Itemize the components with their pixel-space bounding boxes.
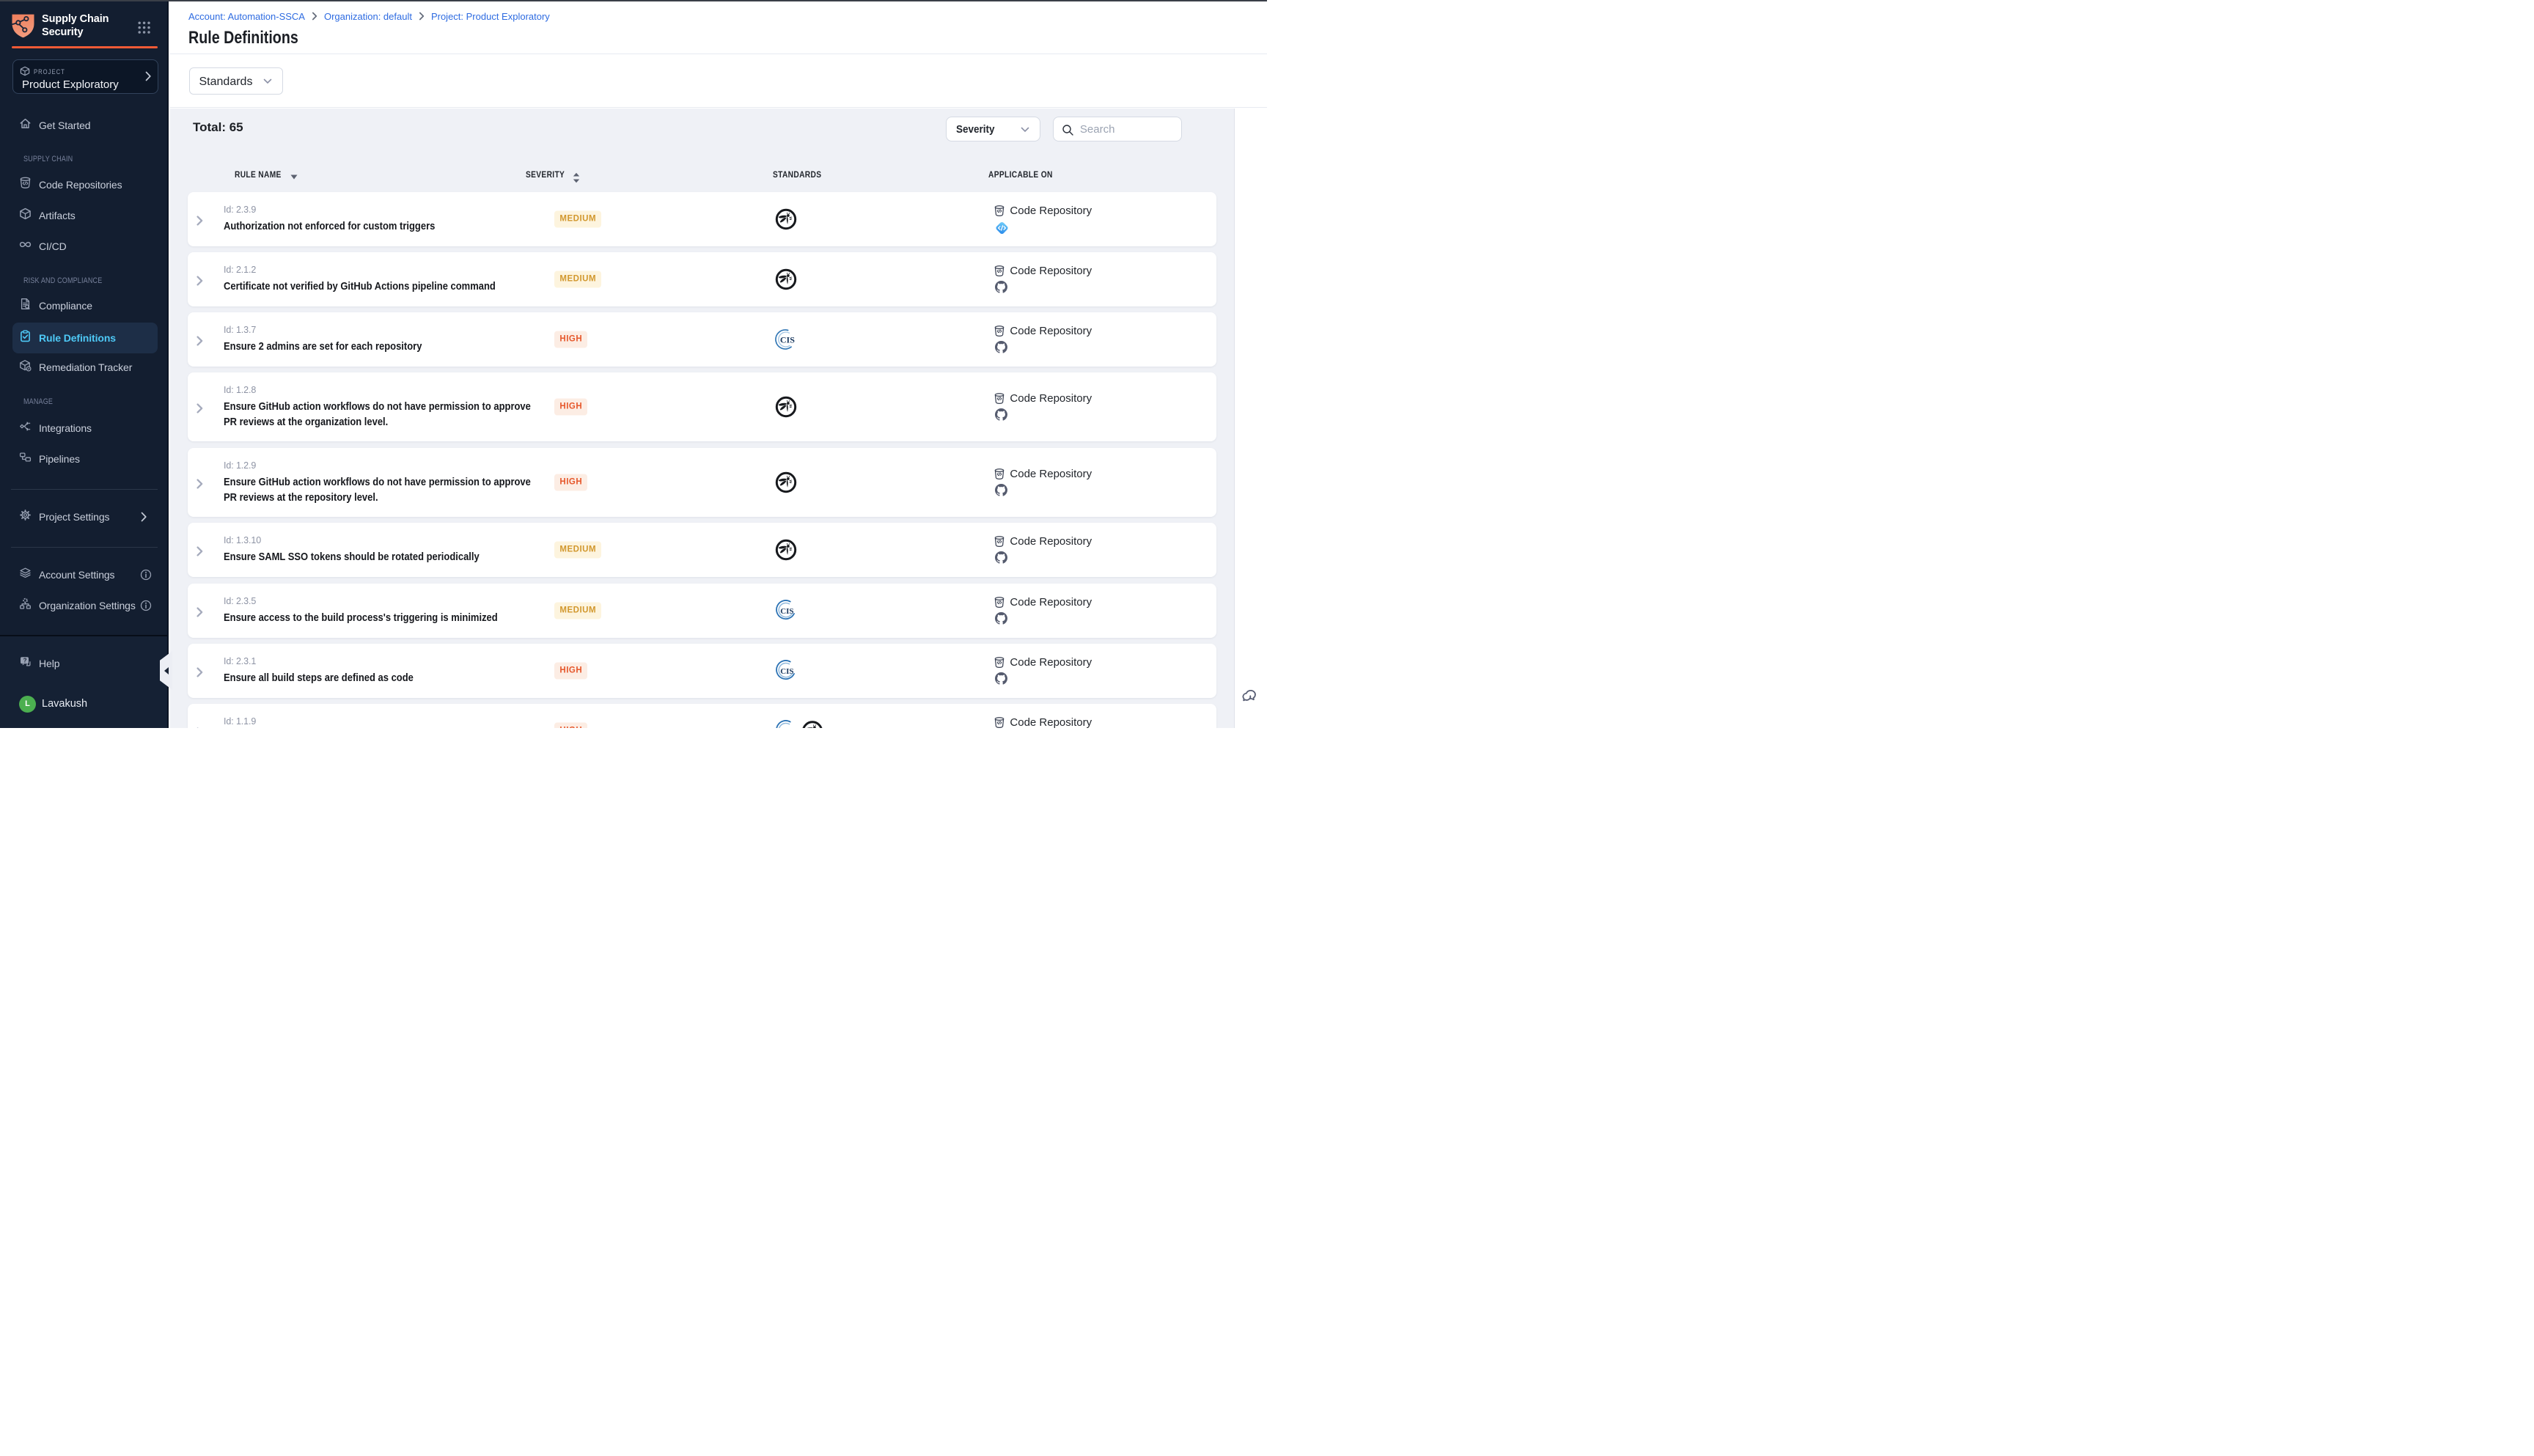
svg-text:?: ?	[23, 657, 27, 663]
svg-text:CIS: CIS	[780, 667, 793, 676]
svg-text:CIS: CIS	[780, 334, 795, 345]
svg-text:CIS: CIS	[780, 727, 793, 728]
svg-text:CIS: CIS	[780, 607, 793, 616]
